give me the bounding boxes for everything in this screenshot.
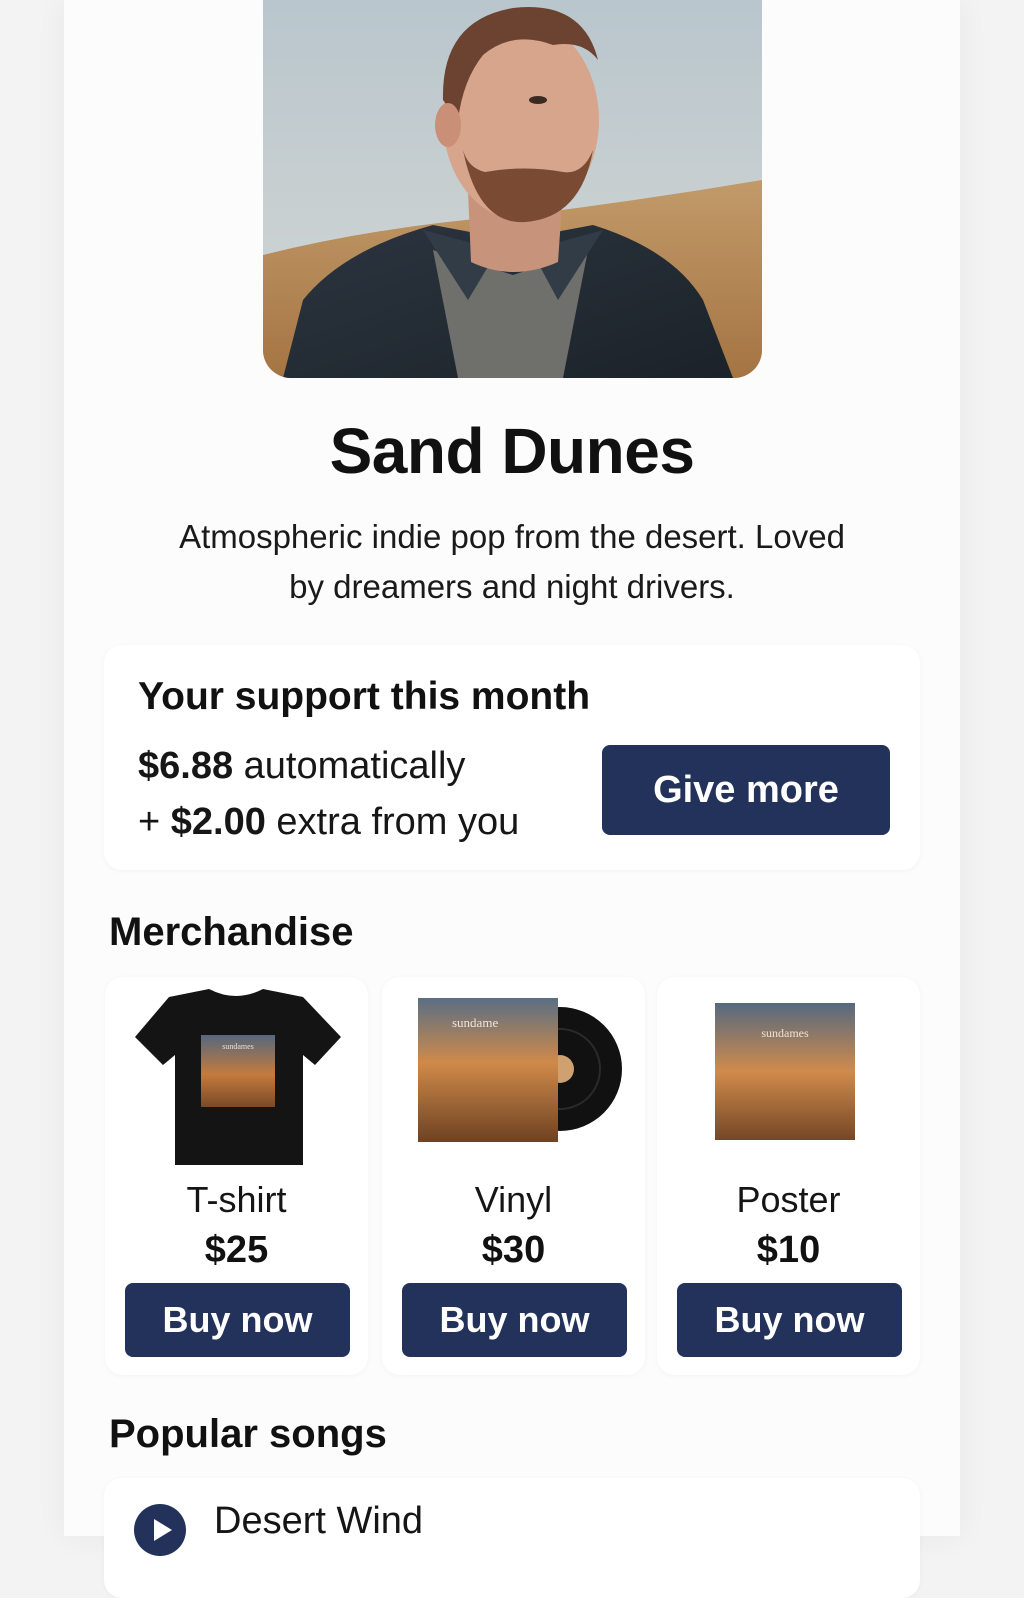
merch-name: Poster [736, 1179, 841, 1220]
vinyl-art-text: sundame [452, 1015, 498, 1030]
support-extra-line: + $2.00 extra from you [138, 801, 519, 844]
support-extra-prefix: + [138, 801, 161, 843]
support-extra-text: extra from you [276, 801, 520, 843]
merch-price: $30 [481, 1229, 546, 1271]
merch-name: Vinyl [474, 1179, 553, 1220]
vinyl-image: sundame [382, 985, 645, 1175]
support-automatic-line: $6.88 automatically [138, 745, 465, 788]
song-row[interactable]: Desert Wind [104, 1478, 920, 1598]
artist-name: Sand Dunes [329, 415, 695, 487]
merchandise-title: Merchandise [109, 910, 354, 954]
merch-name: T-shirt [186, 1179, 287, 1220]
buy-vinyl-button[interactable]: Buy now [402, 1283, 627, 1357]
song-name: Desert Wind [214, 1500, 424, 1542]
merch-price: $25 [204, 1229, 269, 1271]
buy-tshirt-button[interactable]: Buy now [125, 1283, 350, 1357]
merch-item-tshirt[interactable]: sundames T-shirt $25 Buy now [105, 977, 368, 1375]
merch-price: $10 [756, 1229, 821, 1271]
give-more-button[interactable]: Give more [602, 745, 890, 835]
artist-page: Sand Dunes Atmospheric indie pop from th… [64, 0, 960, 1598]
support-auto-amount: $6.88 [138, 745, 234, 787]
tshirt-art-text: sundames [222, 1042, 254, 1051]
support-title: Your support this month [138, 675, 591, 718]
support-auto-text: automatically [243, 745, 466, 787]
poster-art-text: sundames [761, 1026, 809, 1040]
poster-image: sundames [657, 985, 920, 1175]
tshirt-image: sundames [105, 985, 368, 1175]
support-card: Your support this month $6.88 automatica… [104, 645, 920, 870]
artist-bio: Atmospheric indie pop from the desert. L… [179, 518, 845, 605]
artist-photo [263, 0, 762, 378]
buy-poster-button[interactable]: Buy now [677, 1283, 902, 1357]
popular-songs-title: Popular songs [109, 1412, 387, 1456]
merch-item-poster[interactable]: sundames Poster $10 Buy now [657, 977, 920, 1375]
merch-item-vinyl[interactable]: sundame Vinyl $30 Buy now [382, 977, 645, 1375]
play-icon[interactable] [134, 1504, 186, 1556]
support-extra-amount: $2.00 [170, 801, 266, 843]
